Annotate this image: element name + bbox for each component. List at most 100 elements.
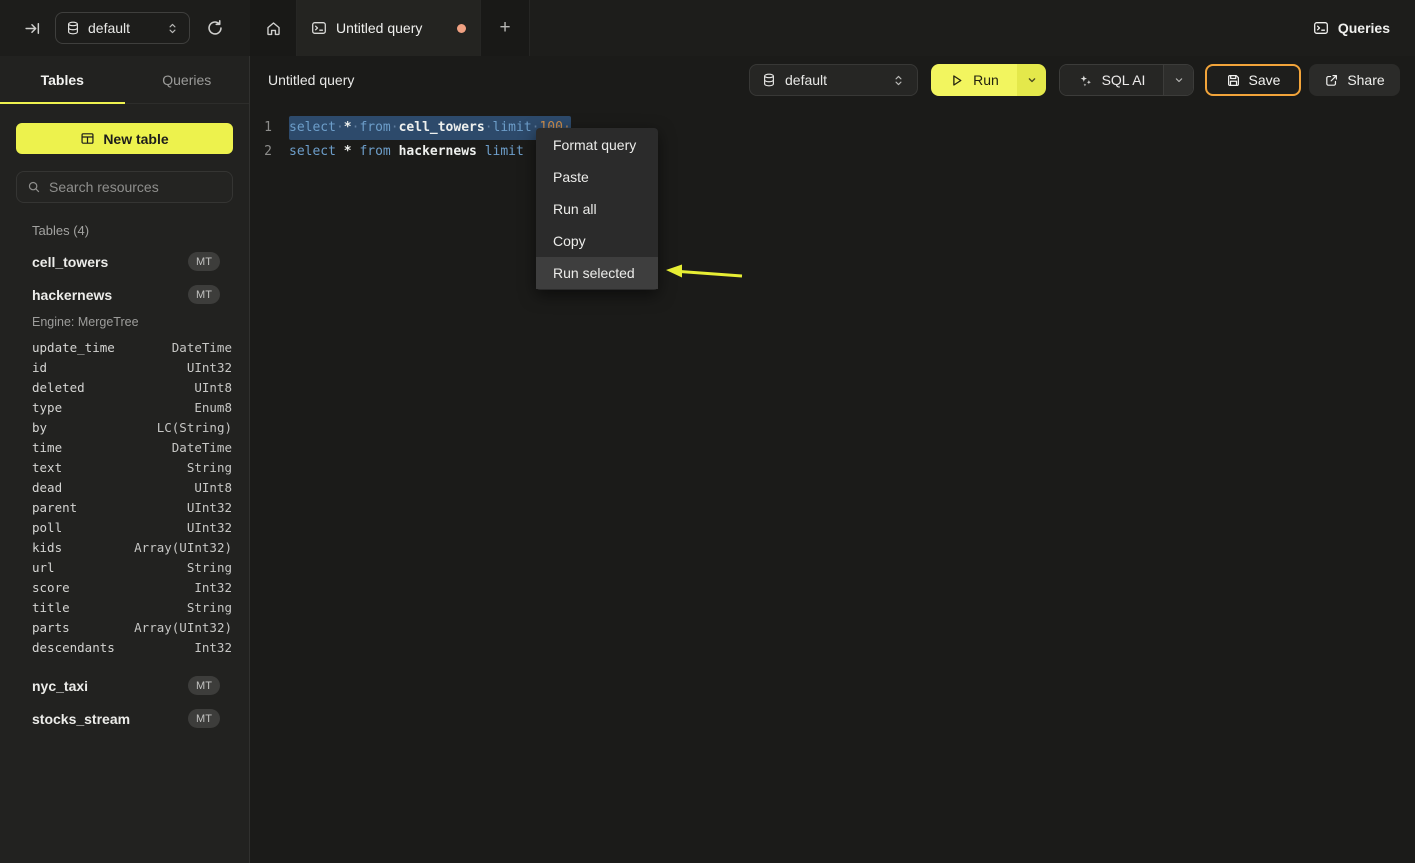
database-selector[interactable]: default	[55, 12, 190, 44]
menu-item-run-selected[interactable]: Run selected	[536, 257, 658, 289]
tab-strip: Untitled query +	[250, 0, 530, 56]
column-row: timeDateTime	[0, 437, 249, 457]
sparkles-icon	[1078, 73, 1093, 88]
column-row: kidsArray(UInt32)	[0, 537, 249, 557]
column-row: partsArray(UInt32)	[0, 617, 249, 637]
column-name: parent	[32, 500, 187, 515]
terminal-icon	[1313, 20, 1329, 36]
unsaved-changes-dot	[457, 24, 466, 33]
sidebar-tab-tables[interactable]: Tables	[0, 56, 125, 103]
code-text-selected[interactable]: select·*·from·cell_towers·limit·100·	[289, 116, 571, 140]
new-table-label: New table	[103, 131, 168, 147]
queries-button-label: Queries	[1338, 20, 1390, 36]
save-icon	[1226, 73, 1241, 88]
column-name: url	[32, 560, 187, 575]
engine-badge: MT	[188, 676, 220, 695]
code-text[interactable]: select * from hackernews limit	[289, 140, 532, 164]
column-type: Enum8	[194, 400, 232, 415]
app-window: default	[0, 0, 1415, 863]
column-row: scoreInt32	[0, 577, 249, 597]
table-engine-label: Engine: MergeTree	[32, 315, 249, 329]
column-type: DateTime	[172, 440, 232, 455]
queries-button[interactable]: Queries	[1313, 20, 1390, 36]
table-row-hackernews[interactable]: hackernews MT	[0, 278, 249, 311]
sql-ai-button[interactable]: SQL AI	[1060, 65, 1163, 95]
chevron-down-icon	[1026, 74, 1038, 86]
table-row-cell-towers[interactable]: cell_towers MT	[0, 245, 249, 278]
column-row: deletedUInt8	[0, 377, 249, 397]
code-line[interactable]: 2 select * from hackernews limit	[250, 140, 1415, 164]
tab-untitled-query[interactable]: Untitled query	[297, 0, 480, 56]
menu-item-format-query[interactable]: Format query	[536, 129, 658, 161]
column-type: Int32	[194, 640, 232, 655]
database-icon	[762, 73, 776, 87]
column-row: typeEnum8	[0, 397, 249, 417]
table-row-stocks-stream[interactable]: stocks_stream MT	[0, 702, 249, 735]
menu-item-copy[interactable]: Copy	[536, 225, 658, 257]
engine-badge: MT	[188, 252, 220, 271]
column-type: String	[187, 600, 232, 615]
engine-badge: MT	[188, 709, 220, 728]
run-button[interactable]: Run	[931, 64, 1017, 96]
column-row: parentUInt32	[0, 497, 249, 517]
run-button-label: Run	[973, 72, 999, 88]
table-name: hackernews	[32, 287, 188, 303]
column-name: deleted	[32, 380, 194, 395]
column-type: Array(UInt32)	[134, 540, 232, 555]
database-selector-value: default	[88, 20, 158, 36]
new-tab-button[interactable]: +	[480, 0, 529, 56]
column-type: UInt32	[187, 520, 232, 535]
column-row: pollUInt32	[0, 517, 249, 537]
column-row: byLC(String)	[0, 417, 249, 437]
new-table-button[interactable]: New table	[16, 123, 233, 154]
column-name: title	[32, 600, 187, 615]
search-input[interactable]	[49, 179, 230, 195]
column-row: textString	[0, 457, 249, 477]
table-row-nyc-taxi[interactable]: nyc_taxi MT	[0, 669, 249, 702]
toolbar-database-selector[interactable]: default	[749, 64, 918, 96]
column-name: update_time	[32, 340, 172, 355]
annotation-arrow	[662, 260, 747, 284]
chevron-up-down-icon	[892, 74, 905, 87]
toolbar-database-value: default	[785, 72, 883, 88]
query-header: Untitled query default	[250, 56, 1415, 104]
sidebar-tab-queries[interactable]: Queries	[125, 56, 250, 103]
sql-ai-button-group: SQL AI	[1059, 64, 1194, 96]
sidebar: Tables Queries New table Tables (4)	[0, 56, 250, 863]
play-icon	[949, 73, 964, 88]
search-icon	[27, 180, 41, 194]
sql-ai-options-caret[interactable]	[1163, 65, 1193, 95]
line-number: 2	[252, 140, 272, 164]
save-button-label: Save	[1249, 72, 1281, 88]
save-button[interactable]: Save	[1205, 64, 1301, 96]
column-type: UInt8	[194, 480, 232, 495]
column-row: titleString	[0, 597, 249, 617]
sidebar-collapse-icon	[24, 20, 41, 37]
table-name: stocks_stream	[32, 711, 188, 727]
menu-item-paste[interactable]: Paste	[536, 161, 658, 193]
sql-editor[interactable]: 1select·*·from·cell_towers·limit·100·2 se…	[250, 104, 1415, 164]
table-name: cell_towers	[32, 254, 188, 270]
column-name: poll	[32, 520, 187, 535]
engine-badge: MT	[188, 285, 220, 304]
refresh-button[interactable]	[204, 17, 226, 39]
column-type: DateTime	[172, 340, 232, 355]
terminal-icon	[311, 20, 327, 36]
column-name: type	[32, 400, 194, 415]
code-line[interactable]: 1select·*·from·cell_towers·limit·100·	[250, 116, 1415, 140]
home-tab-button[interactable]	[250, 0, 297, 56]
editor-context-menu: Format queryPasteRun allCopyRun selected	[536, 128, 658, 290]
share-button[interactable]: Share	[1309, 64, 1400, 96]
menu-item-run-all[interactable]: Run all	[536, 193, 658, 225]
collapse-sidebar-button[interactable]	[22, 18, 42, 38]
database-icon	[66, 21, 80, 35]
column-row: deadUInt8	[0, 477, 249, 497]
table-name: nyc_taxi	[32, 678, 188, 694]
column-name: text	[32, 460, 187, 475]
run-options-caret[interactable]	[1017, 64, 1046, 96]
column-type: Array(UInt32)	[134, 620, 232, 635]
column-type: Int32	[194, 580, 232, 595]
query-title: Untitled query	[268, 72, 749, 88]
table-grid-icon	[80, 131, 95, 146]
sql-ai-label: SQL AI	[1102, 72, 1146, 88]
